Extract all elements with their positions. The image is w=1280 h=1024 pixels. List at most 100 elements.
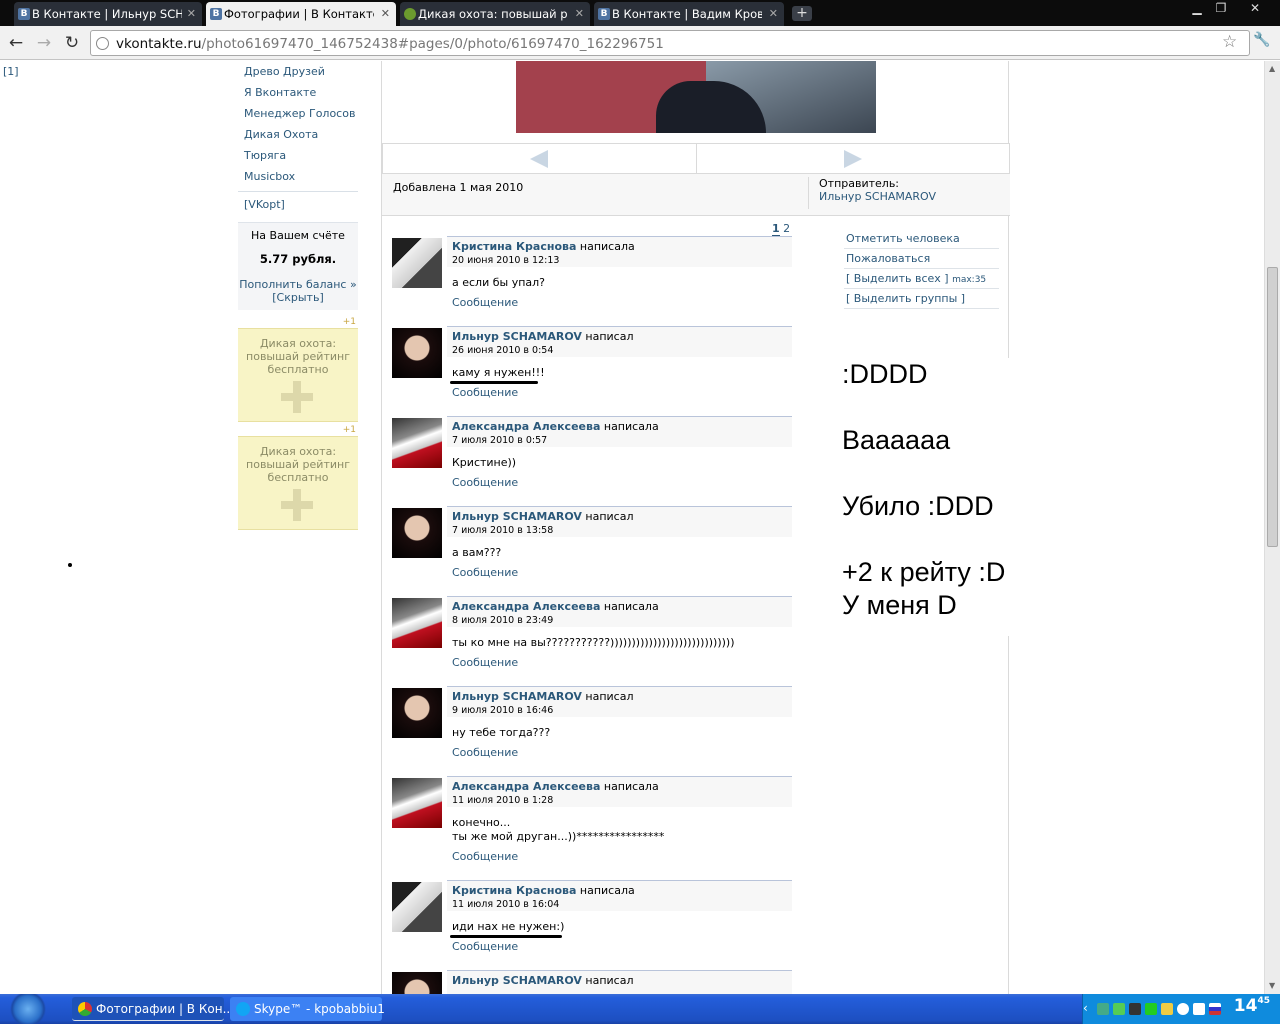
back-icon[interactable]: ←: [5, 32, 27, 54]
tag-person-link[interactable]: Отметить человека: [844, 229, 999, 249]
tab-wild-hunt[interactable]: Дикая охота: повышай р... ✕: [400, 2, 590, 26]
address-bar[interactable]: vkontakte.ru/photo61697470_146752438#pag…: [90, 30, 1250, 56]
scroll-down-icon[interactable]: ▼: [1269, 981, 1275, 990]
photo-image[interactable]: [516, 61, 876, 133]
reply-link[interactable]: Сообщение: [452, 940, 518, 953]
avatar[interactable]: [392, 778, 442, 828]
reply-link[interactable]: Сообщение: [452, 386, 518, 399]
avatar[interactable]: [392, 508, 442, 558]
plus-icon: [281, 381, 313, 413]
comment-author[interactable]: Александра Алексеева: [452, 780, 600, 793]
avatar[interactable]: [392, 418, 442, 468]
avatar[interactable]: [392, 882, 442, 932]
comment-date: 7 июля 2010 в 0:57: [452, 435, 548, 446]
sidebar-link-wild-hunt[interactable]: Дикая Охота: [238, 124, 358, 145]
wrench-icon[interactable]: 🔧: [1253, 32, 1270, 48]
utility-icon[interactable]: [1161, 1003, 1173, 1015]
photo-info: Добавлена 1 мая 2010 Отправитель: Ильнур…: [382, 174, 1010, 216]
start-button[interactable]: [0, 994, 56, 1024]
tray-expand-icon[interactable]: ‹: [1083, 1001, 1095, 1015]
new-tab-button[interactable]: +: [792, 6, 812, 21]
reply-link[interactable]: Сообщение: [452, 746, 518, 759]
page-1[interactable]: 1: [772, 222, 780, 237]
sidebar-link-musicbox[interactable]: Musicbox: [238, 166, 358, 187]
comment-author[interactable]: Ильнур SCHAMAROV: [452, 330, 582, 343]
network-icon[interactable]: [1097, 1003, 1109, 1015]
close-icon[interactable]: ✕: [187, 7, 196, 20]
vkopt-link[interactable]: [VKopt]: [238, 198, 358, 216]
clock-hours: 14: [1233, 996, 1258, 1016]
ad-wild-hunt[interactable]: +1 Дикая охота: повышай рейтинг бесплатн…: [238, 425, 358, 530]
page-2[interactable]: 2: [783, 222, 790, 235]
hide-link[interactable]: [Скрыть]: [238, 291, 358, 304]
balance-value: 5.77 рубля.: [259, 252, 337, 266]
tab-vk-ilnur[interactable]: BВ Контакте | Ильнур SCH... ✕: [14, 2, 202, 26]
taskbar-item-chrome[interactable]: Фотографии | В Кон...: [72, 997, 234, 1021]
close-icon[interactable]: ✕: [381, 7, 390, 20]
sidebar-link-votes-manager[interactable]: Менеджер Голосов: [238, 103, 358, 124]
select-all-link[interactable]: [ Выделить всех ] max:35: [844, 269, 999, 289]
tab-photos[interactable]: BФотографии | В Контакте...✕: [206, 2, 396, 26]
antivirus-icon[interactable]: [1145, 1003, 1157, 1015]
comment-author[interactable]: Александра Алексеева: [452, 420, 600, 433]
language-flag-icon[interactable]: [1209, 1003, 1221, 1015]
chrome-icon: [78, 1002, 92, 1016]
comment-author[interactable]: Кристина Краснова: [452, 240, 576, 253]
forward-icon[interactable]: →: [33, 32, 55, 54]
comment-verb: написала: [603, 780, 659, 793]
comment-verb: написал: [585, 510, 634, 523]
comments-list: Кристина Краснова написала 20 июня 2010 в…: [392, 236, 792, 994]
prev-photo-button[interactable]: [383, 144, 696, 173]
skype-tray-icon[interactable]: [1113, 1003, 1125, 1015]
select-groups-link[interactable]: [ Выделить группы ]: [844, 289, 999, 309]
sender-name[interactable]: Ильнур SCHAMAROV: [819, 190, 936, 203]
plus-icon: [281, 489, 313, 521]
comment-author[interactable]: Ильнур SCHAMAROV: [452, 974, 582, 987]
avatar[interactable]: [392, 598, 442, 648]
report-link[interactable]: Пожаловаться: [844, 249, 999, 269]
sidebar-link-ya-vkontakte[interactable]: Я Вконтакте: [238, 82, 358, 103]
reply-link[interactable]: Сообщение: [452, 566, 518, 579]
taskbar-item-label: Фотографии | В Кон...: [96, 1002, 235, 1016]
scrollbar[interactable]: ▲ ▼: [1264, 61, 1280, 994]
close-icon[interactable]: ✕: [575, 7, 584, 20]
overlay-line: Вааааaa: [842, 425, 951, 455]
reload-icon[interactable]: ↻: [61, 32, 83, 54]
next-photo-button[interactable]: [696, 144, 1009, 173]
comment-header: Александра Алексеева написала 8 июля 2010…: [447, 596, 792, 627]
comment-author[interactable]: Кристина Краснова: [452, 884, 576, 897]
reply-link[interactable]: Сообщение: [452, 296, 518, 309]
comment-author[interactable]: Александра Алексеева: [452, 600, 600, 613]
tab-vk-vadim[interactable]: BВ Контакте | Вадим Кров... ✕: [594, 2, 784, 26]
comment-author[interactable]: Ильнур SCHAMAROV: [452, 510, 582, 523]
taskbar-item-skype[interactable]: Skype™ - kpobabbiu1: [230, 997, 385, 1021]
comment-verb: написал: [585, 974, 634, 987]
reply-link[interactable]: Сообщение: [452, 850, 518, 863]
sidebar-link-prison[interactable]: Тюряга: [238, 145, 358, 166]
avatar[interactable]: [392, 972, 442, 994]
close-icon[interactable]: ✕: [769, 7, 778, 20]
sidebar-link-friends-tree[interactable]: Древо Друзей: [238, 61, 358, 82]
comment-header: Александра Алексеева написала 7 июля 2010…: [447, 416, 792, 447]
comment-author[interactable]: Ильнур SCHAMAROV: [452, 690, 582, 703]
balance-title: На Вашем счёте: [251, 229, 345, 242]
avatar[interactable]: [392, 688, 442, 738]
left-counter[interactable]: [1]: [3, 65, 19, 78]
volume-icon[interactable]: [1129, 1003, 1141, 1015]
check-icon[interactable]: [1193, 1003, 1205, 1015]
scroll-thumb[interactable]: [1267, 267, 1278, 547]
comment-verb: написала: [603, 420, 659, 433]
reply-link[interactable]: Сообщение: [452, 476, 518, 489]
topup-link[interactable]: Пополнить баланс »: [238, 278, 358, 291]
bookmark-star-icon[interactable]: ☆: [1222, 32, 1237, 52]
restore-icon[interactable]: ❐: [1206, 0, 1236, 18]
scroll-up-icon[interactable]: ▲: [1269, 64, 1275, 73]
clock-app-icon[interactable]: [1177, 1003, 1189, 1015]
ad-wild-hunt[interactable]: +1 Дикая охота: повышай рейтинг бесплатн…: [238, 317, 358, 422]
reply-link[interactable]: Сообщение: [452, 656, 518, 669]
comment-header: Кристина Краснова написала 11 июля 2010 в…: [447, 880, 792, 911]
avatar[interactable]: [392, 328, 442, 378]
avatar[interactable]: [392, 238, 442, 288]
window-close-icon[interactable]: ✕: [1240, 0, 1270, 18]
comment-text: иди нах не нужен:): [452, 920, 565, 933]
